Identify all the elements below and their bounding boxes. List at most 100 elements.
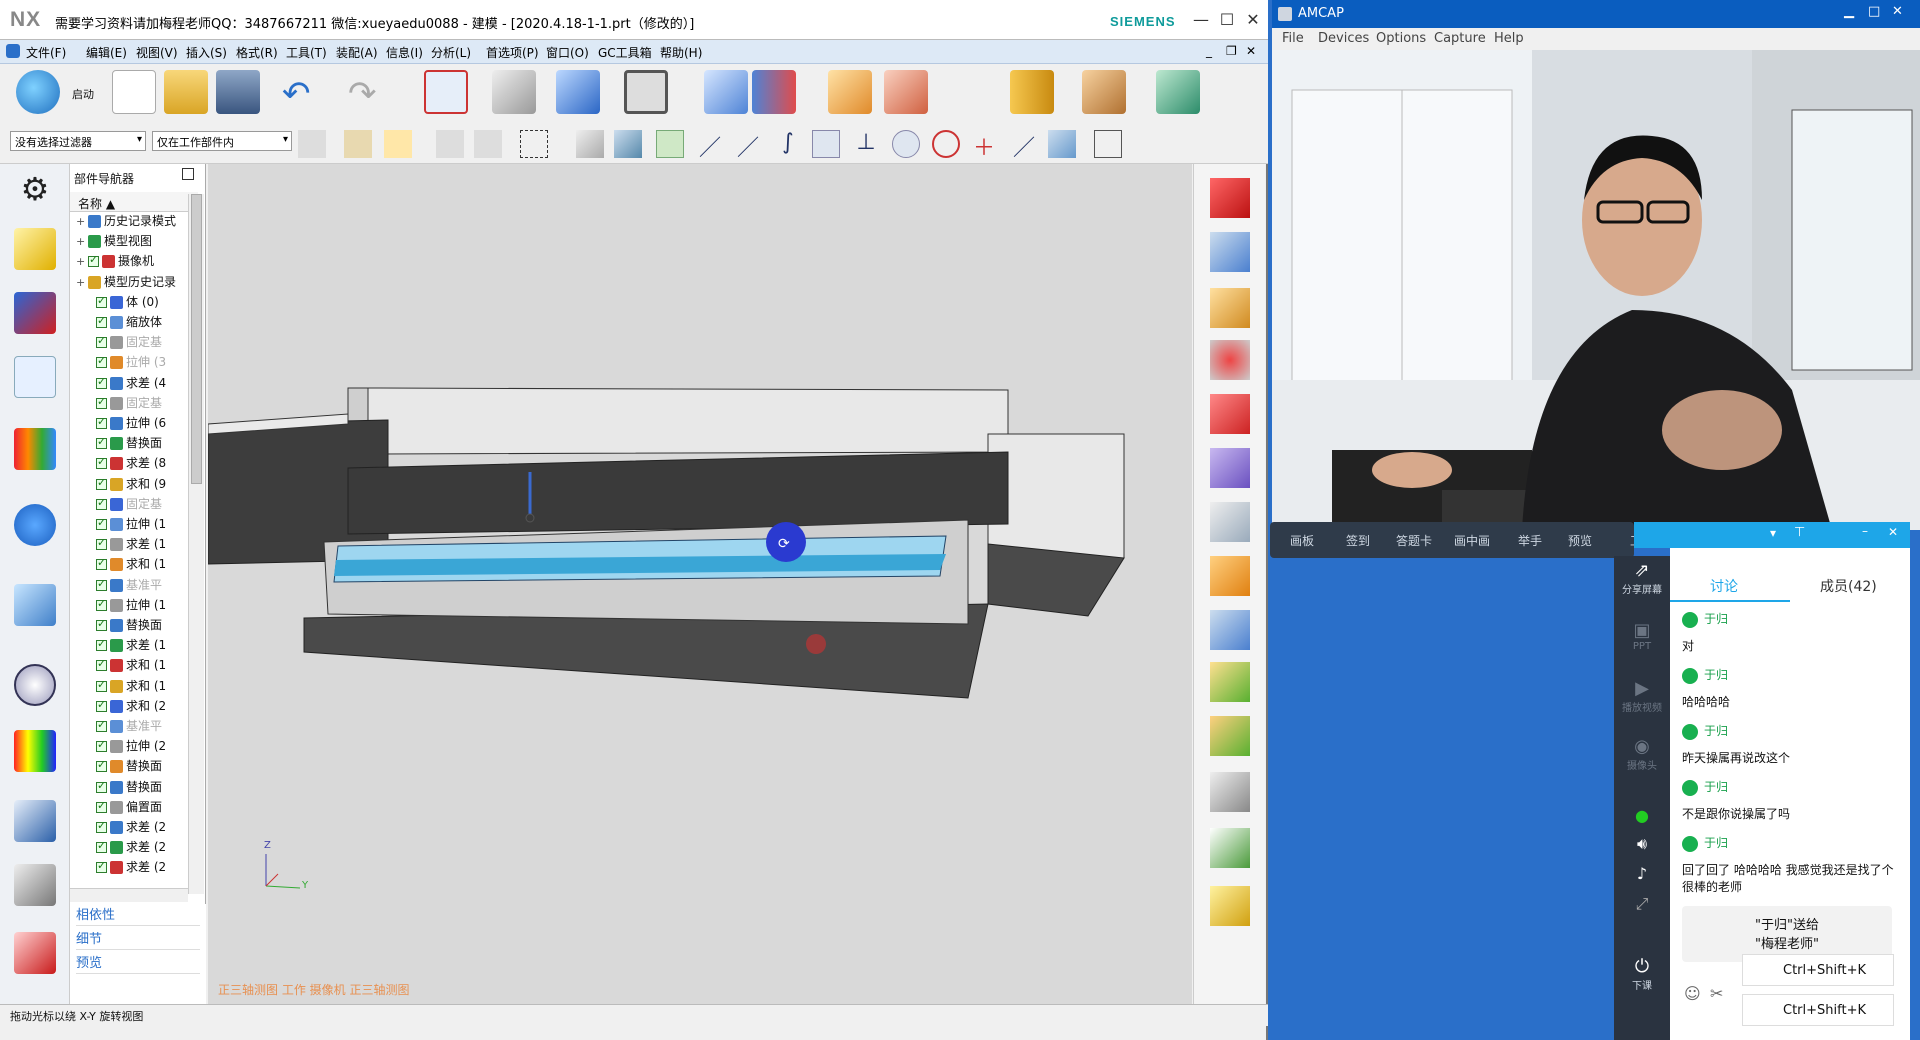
cube-red-icon[interactable]	[1210, 394, 1250, 434]
rectangle-select-icon[interactable]	[520, 130, 548, 158]
tree-item[interactable]: 替换面	[70, 778, 188, 798]
tree-item[interactable]: 求和 (9	[70, 475, 188, 495]
grid-icon[interactable]	[1094, 130, 1122, 158]
visibility-checkbox[interactable]	[96, 819, 107, 833]
visibility-checkbox[interactable]	[96, 779, 107, 793]
visibility-checkbox[interactable]	[96, 678, 107, 692]
visibility-checkbox[interactable]	[96, 415, 107, 429]
ppt-button[interactable]: ▣ PPT	[1614, 620, 1670, 652]
quadrant-point-icon[interactable]	[932, 130, 960, 158]
arc-center-icon[interactable]: ⊥	[852, 130, 880, 158]
toolbar-signin[interactable]: 签到	[1346, 532, 1370, 549]
visibility-checkbox[interactable]	[96, 375, 107, 389]
menu-view[interactable]: 视图(V)	[136, 44, 178, 61]
pin-icon[interactable]	[182, 168, 194, 180]
body-select-icon[interactable]	[614, 130, 642, 158]
yellow-box-icon[interactable]	[1210, 886, 1250, 926]
redo-icon[interactable]: ↷	[348, 74, 377, 114]
visibility-checkbox[interactable]	[96, 556, 107, 571]
visibility-checkbox[interactable]	[96, 657, 107, 672]
web-browser-icon[interactable]	[14, 584, 56, 626]
filter-icon[interactable]	[384, 130, 412, 158]
menu-analysis[interactable]: 分析(L)	[431, 44, 471, 61]
visibility-checkbox[interactable]	[96, 637, 107, 652]
visibility-checkbox[interactable]	[96, 597, 107, 611]
hd3d-tools-icon[interactable]	[14, 504, 56, 546]
tree-item[interactable]: 求差 (2	[70, 838, 188, 858]
end-class-button[interactable]: ⏻ 下课	[1614, 956, 1670, 992]
visibility-checkbox[interactable]	[96, 758, 107, 773]
menu-window[interactable]: 窗口(O)	[546, 44, 589, 61]
amcap-menu-options[interactable]: Options	[1376, 31, 1426, 46]
chat-minimize-button[interactable]: –	[1862, 524, 1868, 538]
tree-item[interactable]: 体 (0)	[70, 293, 188, 313]
visibility-checkbox[interactable]	[96, 617, 107, 631]
tree-item[interactable]: + 历史记录模式	[70, 212, 188, 232]
tree-item[interactable]: 替换面	[70, 757, 188, 777]
tree-item[interactable]: 拉伸 (6	[70, 414, 188, 434]
visibility-checkbox[interactable]	[96, 536, 107, 551]
visibility-checkbox[interactable]	[96, 496, 107, 510]
tree-item[interactable]: 求和 (1	[70, 656, 188, 676]
preview-panel[interactable]: 预览	[76, 952, 200, 974]
face-select-icon[interactable]	[576, 130, 604, 158]
graphics-viewport[interactable]: ⟳ Z Y 正三轴测图 工作 摄像机 正三轴测图	[208, 164, 1192, 1004]
tree-item[interactable]: 拉伸 (1	[70, 596, 188, 616]
amcap-minimize-button[interactable]: ▁	[1844, 4, 1854, 19]
tree-item[interactable]: 求和 (1	[70, 555, 188, 575]
close-button[interactable]: ✕	[1240, 8, 1266, 32]
menu-assembly[interactable]: 装配(A)	[336, 44, 378, 61]
unite-icon[interactable]	[1210, 288, 1250, 328]
sketch-icon[interactable]	[1156, 70, 1200, 114]
move-component-icon[interactable]	[828, 70, 872, 114]
shaded-with-edges-icon[interactable]	[492, 70, 536, 114]
toolbar-preview[interactable]: 预览	[1568, 532, 1592, 549]
background-icon[interactable]	[624, 70, 668, 114]
undo-icon[interactable]: ↶	[282, 74, 311, 114]
open-folder-icon[interactable]	[164, 70, 208, 114]
visibility-checkbox[interactable]	[96, 738, 107, 753]
check-stack-icon[interactable]	[1210, 662, 1250, 702]
navigator-hscrollbar[interactable]	[70, 888, 188, 902]
music-icon[interactable]: ♪	[1614, 864, 1670, 883]
assembly-navigator-icon[interactable]	[14, 228, 56, 270]
tree-item[interactable]: 基准平	[70, 717, 188, 737]
mic-icon[interactable]: ●	[1614, 806, 1670, 825]
type-filter-select[interactable]: 没有选择过滤器	[10, 131, 146, 151]
amcap-close-button[interactable]: ✕	[1892, 4, 1903, 19]
visibility-checkbox[interactable]	[96, 476, 107, 490]
visibility-checkbox[interactable]	[96, 294, 107, 308]
toolbar-board[interactable]: 画板	[1290, 532, 1314, 549]
clip-section-icon[interactable]	[752, 70, 796, 114]
tree-item[interactable]: 拉伸 (2	[70, 737, 188, 757]
expand-icon[interactable]: +	[76, 215, 88, 228]
amcap-maximize-button[interactable]: □	[1868, 4, 1880, 19]
end-point-icon[interactable]: ／	[696, 130, 724, 161]
visibility-checkbox[interactable]	[96, 334, 107, 349]
chat-close-button[interactable]: ✕	[1888, 525, 1898, 539]
manufacturing-wizards-icon[interactable]	[14, 864, 56, 906]
toolbar-pip[interactable]: 画中画	[1454, 532, 1490, 549]
expand-icon[interactable]: +	[76, 276, 88, 289]
tree-item[interactable]: 替换面	[70, 434, 188, 454]
visibility-checkbox[interactable]	[88, 253, 99, 268]
block-icon[interactable]	[1210, 178, 1250, 218]
details-panel[interactable]: 细节	[76, 928, 200, 950]
expand-icon[interactable]: +	[76, 255, 88, 268]
mesh-icon[interactable]	[1210, 772, 1250, 812]
menu-gc-toolbox[interactable]: GC工具箱	[598, 44, 652, 61]
tree-item[interactable]: 求和 (1	[70, 677, 188, 697]
settings-gear-icon[interactable]: ⚙	[14, 168, 56, 210]
scroll-thumb[interactable]	[191, 194, 202, 484]
menu-insert[interactable]: 插入(S)	[186, 44, 227, 61]
tab-discussion[interactable]: 讨论	[1710, 576, 1738, 596]
tree-item[interactable]: 固定基	[70, 394, 188, 414]
emoji-icon[interactable]: ☺	[1684, 984, 1701, 1003]
minimize-button[interactable]: —	[1188, 8, 1214, 32]
toolbar-answer-card[interactable]: 答题卡	[1396, 532, 1432, 549]
tree-item[interactable]: 求和 (2	[70, 697, 188, 717]
tree-item[interactable]: 基准平	[70, 576, 188, 596]
curve-surface-icon[interactable]	[1210, 556, 1250, 596]
speaker-icon[interactable]: 🔊︎	[1614, 834, 1670, 854]
fit-view-icon[interactable]	[424, 70, 468, 114]
